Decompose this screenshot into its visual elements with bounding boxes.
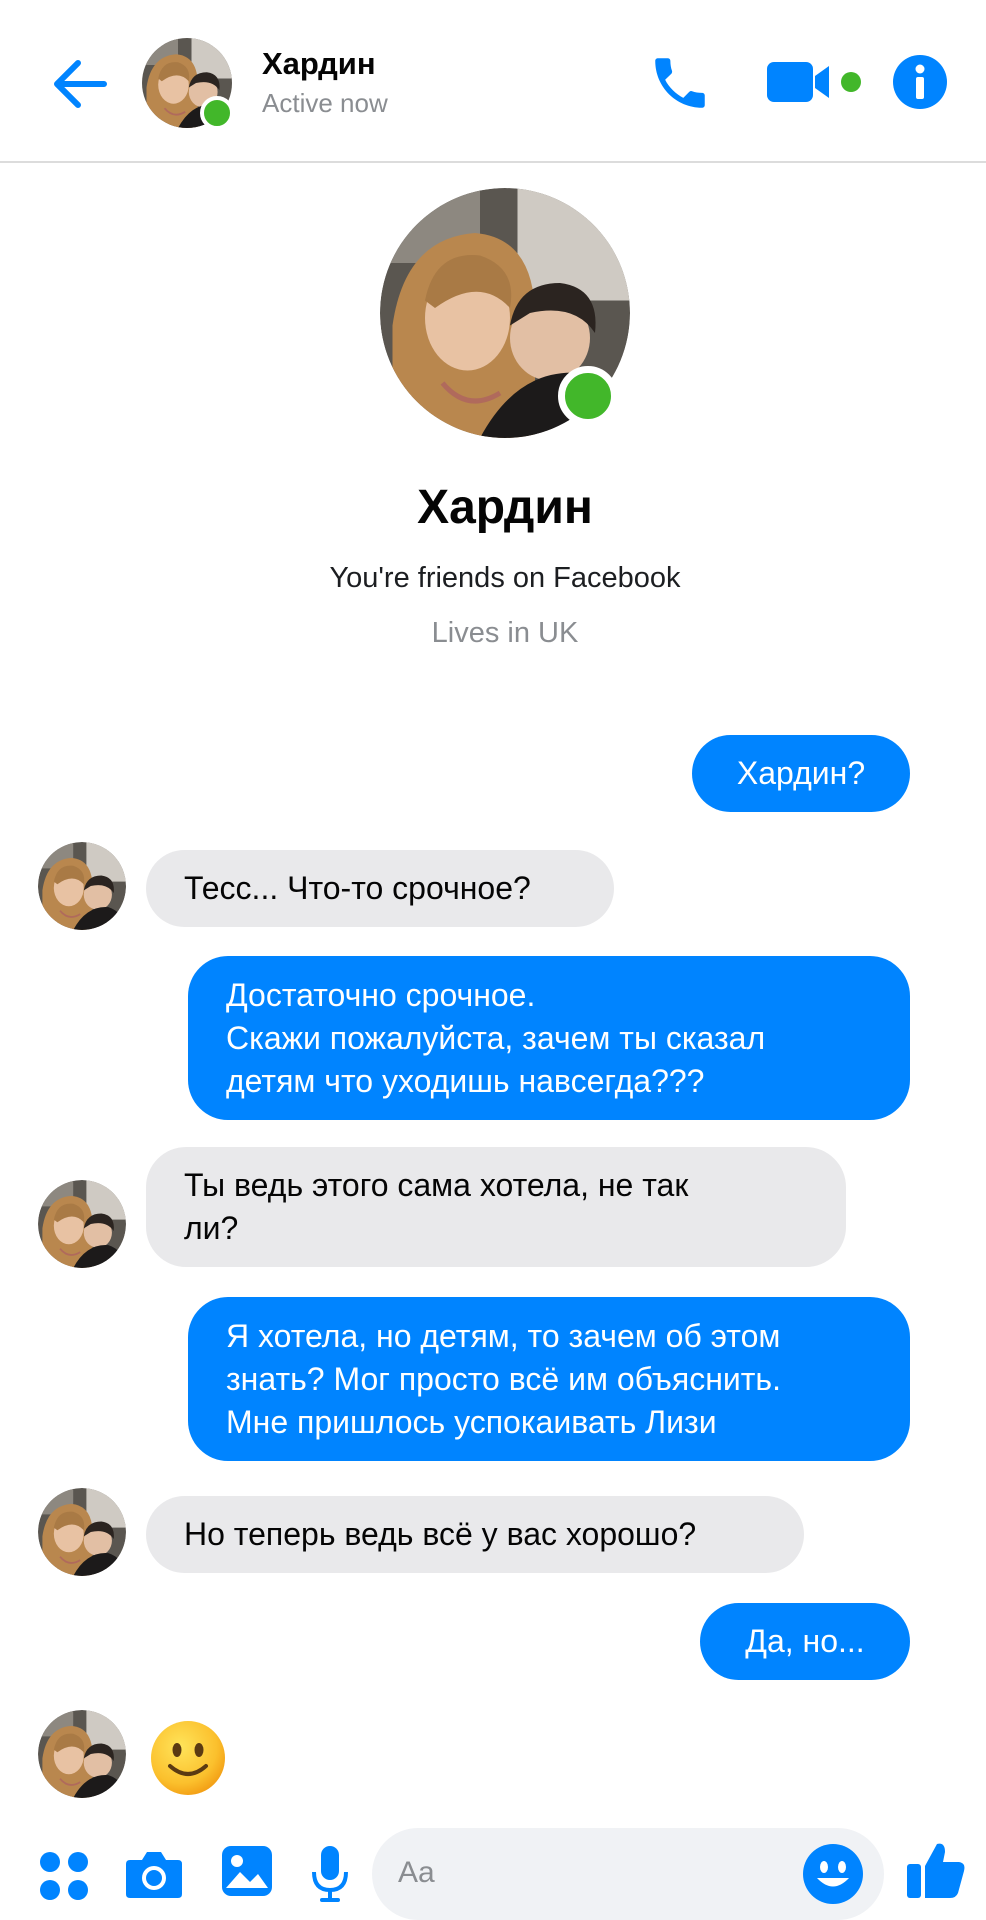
apps-button[interactable]	[38, 1850, 90, 1902]
avatar[interactable]	[38, 1180, 126, 1268]
message-text: Но теперь ведь всё у вас хорошо?	[184, 1516, 697, 1552]
message-bubble-incoming[interactable]: Ты ведь этого сама хотела, не так ли?	[146, 1147, 846, 1267]
thumbs-up-icon	[907, 1843, 965, 1898]
video-camera-icon	[767, 62, 861, 102]
camera-button[interactable]	[124, 1848, 184, 1900]
location-context: Lives in UK	[431, 617, 579, 649]
message-input-placeholder: Aa	[398, 1856, 435, 1889]
call-button[interactable]	[645, 50, 715, 116]
gallery-button[interactable]	[220, 1844, 274, 1898]
message-bubble-outgoing[interactable]: Хардин?	[692, 735, 910, 812]
message-bubble-incoming[interactable]: Но теперь ведь всё у вас хорошо?	[146, 1496, 804, 1573]
smiley-icon	[803, 1844, 863, 1904]
like-button[interactable]	[905, 1838, 967, 1900]
header-avatar[interactable]	[142, 38, 234, 130]
avatar[interactable]	[38, 842, 126, 930]
back-button[interactable]	[48, 48, 112, 120]
message-bubble-incoming[interactable]: Тесс... Что-то срочное?	[146, 850, 614, 927]
phone-icon	[655, 58, 705, 108]
online-indicator	[200, 96, 234, 130]
message-text: Тесс... Что-то срочное?	[184, 870, 531, 906]
info-button[interactable]	[893, 55, 947, 109]
message-text: Достаточно срочное. Скажи пожалуйста, за…	[226, 976, 766, 1099]
camera-icon	[126, 1852, 182, 1898]
message-bubble-outgoing[interactable]: Я хотела, но детям, то зачем об этом зна…	[188, 1297, 910, 1461]
image-icon	[222, 1846, 272, 1896]
message-bubble-outgoing[interactable]: Да, но...	[700, 1603, 910, 1680]
slightly-smiling-face-icon[interactable]	[150, 1720, 226, 1796]
avatar[interactable]	[38, 1710, 126, 1798]
friends-context: You're friends on Facebook	[329, 562, 681, 594]
voice-button[interactable]	[310, 1844, 350, 1904]
message-bubble-outgoing[interactable]: Достаточно срочное. Скажи пожалуйста, за…	[188, 956, 910, 1120]
active-status: Active now	[262, 88, 388, 118]
info-icon	[893, 55, 947, 109]
message-text: Хардин?	[736, 755, 866, 791]
video-call-button[interactable]	[765, 58, 865, 108]
contact-name[interactable]: Хардин	[262, 46, 376, 82]
online-indicator	[558, 366, 618, 426]
avatar[interactable]	[38, 1488, 126, 1576]
profile-picture[interactable]	[380, 188, 630, 438]
arrow-left-icon	[54, 60, 107, 108]
profile-name: Хардин	[417, 481, 593, 534]
message-text: Я хотела, но детям, то зачем об этом зна…	[226, 1317, 781, 1440]
conversation-header: Хардин Active now	[0, 0, 986, 163]
message-text: Да, но...	[745, 1623, 865, 1659]
emoji-button[interactable]	[802, 1843, 864, 1905]
microphone-icon	[312, 1846, 348, 1902]
four-dots-icon	[40, 1852, 88, 1900]
message-text: Ты ведь этого сама хотела, не так ли?	[184, 1167, 689, 1246]
